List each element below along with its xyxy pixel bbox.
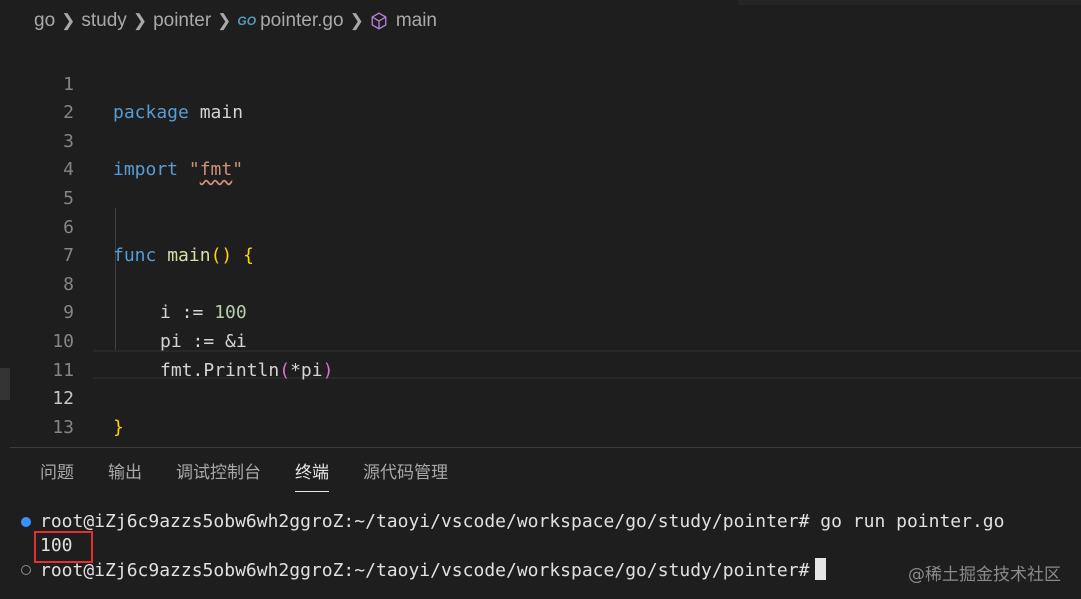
breadcrumb-item-file[interactable]: pointer.go [260, 10, 343, 32]
tab-terminal[interactable]: 终端 [295, 462, 329, 492]
code-line[interactable]: 13 [0, 385, 1081, 438]
tab-problems[interactable]: 问题 [40, 462, 74, 492]
tab-debug-console[interactable]: 调试控制台 [176, 462, 261, 492]
sash-marker [0, 368, 10, 400]
go-file-icon: GO [237, 14, 257, 28]
code-line[interactable]: 11 [0, 328, 1081, 381]
code-editor[interactable]: 1 package main 2 3 import "fmt" 4 5 6 fu… [0, 42, 1081, 447]
command-pending-icon[interactable] [21, 565, 31, 575]
breadcrumb-item-pointer[interactable]: pointer [153, 10, 211, 32]
line-number: 13 [52, 416, 74, 438]
terminal-command-line: root@iZj6c9azzs5obw6wh2ggroZ:~/taoyi/vsc… [40, 511, 1005, 532]
breadcrumb-item-go[interactable]: go [34, 10, 55, 32]
tab-output[interactable]: 输出 [108, 462, 142, 492]
code-line[interactable]: 7 [0, 214, 1081, 266]
symbol-method-icon [370, 12, 388, 30]
code-line[interactable]: 6 func main() { [0, 185, 1081, 267]
code-line[interactable]: 10 fmt.Println(*pi) [0, 299, 1081, 381]
chevron-right-icon: ❯ [61, 11, 76, 30]
panel-tabs: 问题 输出 调试控制台 终端 源代码管理 [40, 462, 482, 492]
breadcrumb: go ❯ study ❯ pointer ❯ GO pointer.go ❯ m… [0, 0, 1081, 42]
breadcrumb-item-study[interactable]: study [81, 10, 126, 32]
chevron-right-icon: ❯ [217, 11, 232, 30]
tab-source-control[interactable]: 源代码管理 [363, 462, 448, 492]
terminal-prompt-line: root@iZj6c9azzs5obw6wh2ggroZ:~/taoyi/vsc… [40, 558, 827, 582]
brace-token: } [113, 416, 124, 438]
code-line[interactable]: 5 [0, 156, 1081, 209]
code-line[interactable]: 1 package main [0, 42, 1081, 124]
chevron-right-icon: ❯ [132, 11, 148, 30]
code-line[interactable]: 8 i := 100 [0, 242, 1081, 324]
code-line[interactable]: 2 [0, 71, 1081, 123]
code-line[interactable]: 9 pi := &i [0, 271, 1081, 352]
breadcrumb-item-symbol[interactable]: main [396, 10, 437, 32]
terminal-cursor [815, 558, 827, 580]
watermark: @稀土掘金技术社区 [908, 565, 1061, 585]
chevron-right-icon: ❯ [349, 11, 364, 30]
code-line[interactable]: 3 import "fmt" [0, 99, 1081, 181]
command-success-icon[interactable] [21, 517, 31, 527]
code-line[interactable]: 4 [0, 128, 1081, 180]
terminal-prompt: root@iZj6c9azzs5obw6wh2ggroZ:~/taoyi/vsc… [40, 560, 810, 581]
code-line[interactable]: 12 } [0, 357, 1081, 438]
bottom-panel: 问题 输出 调试控制台 终端 源代码管理 root@iZj6c9azzs5obw… [10, 447, 1081, 599]
